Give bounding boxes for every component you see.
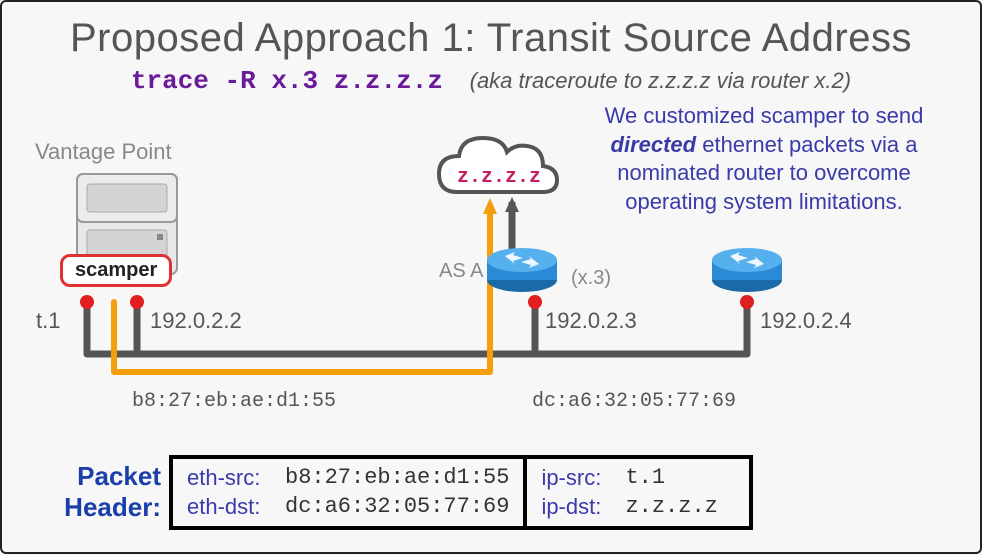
iface-r1-ip: 192.0.2.3	[545, 308, 637, 334]
explanation-text: We customized scamper to send directed e…	[564, 102, 964, 216]
eth-dst-val: dc:a6:32:05:77:69	[285, 492, 509, 522]
slide-title: Proposed Approach 1: Transit Source Addr…	[2, 16, 980, 61]
explain-directed: directed	[611, 132, 697, 157]
vantage-point-label: Vantage Point	[35, 139, 172, 165]
explain-line-1: We customized scamper to send	[605, 103, 924, 128]
ip-src-key: ip-src:	[541, 463, 625, 493]
explain-line-3: nominated router to overcome	[617, 160, 911, 185]
iface-src-mac: b8:27:eb:ae:d1:55	[132, 390, 336, 413]
as-a-label: AS A	[439, 260, 483, 283]
ip-src-val: t.1	[625, 463, 735, 493]
iface-t1-ip: t.1	[36, 308, 60, 334]
slide-subtitle: trace -R x.3 z.z.z.z (aka traceroute to …	[2, 66, 980, 96]
packet-header-title: PacketHeader:	[21, 461, 161, 523]
trace-command: trace -R x.3 z.z.z.z	[131, 66, 443, 96]
trace-explain: (aka traceroute to z.z.z.z via router x.…	[470, 68, 851, 93]
iface-r1-mac: dc:a6:32:05:77:69	[532, 390, 736, 413]
packet-header-row: PacketHeader: eth-src: b8:27:eb:ae:d1:55…	[21, 455, 753, 530]
ip-dst-key: ip-dst:	[541, 492, 625, 522]
eth-src-val: b8:27:eb:ae:d1:55	[285, 463, 509, 493]
router-a-icon	[487, 248, 557, 292]
iface-r2-ip: 192.0.2.4	[760, 308, 852, 334]
explain-line-4: operating system limitations.	[625, 189, 903, 214]
scamper-label: scamper	[60, 254, 172, 287]
explain-line-2b: ethernet packets via a	[696, 132, 917, 157]
iface-src-ip: 192.0.2.2	[150, 308, 242, 334]
x3-label: (x.3)	[571, 267, 611, 290]
packet-header-table: eth-src: b8:27:eb:ae:d1:55 eth-dst: dc:a…	[169, 455, 753, 530]
eth-src-key: eth-src:	[187, 463, 285, 493]
router-b-icon	[712, 248, 782, 292]
ip-dst-val: z.z.z.z	[625, 492, 735, 522]
cloud-destination-label: z.z.z.z	[457, 166, 541, 189]
eth-dst-key: eth-dst:	[187, 492, 285, 522]
